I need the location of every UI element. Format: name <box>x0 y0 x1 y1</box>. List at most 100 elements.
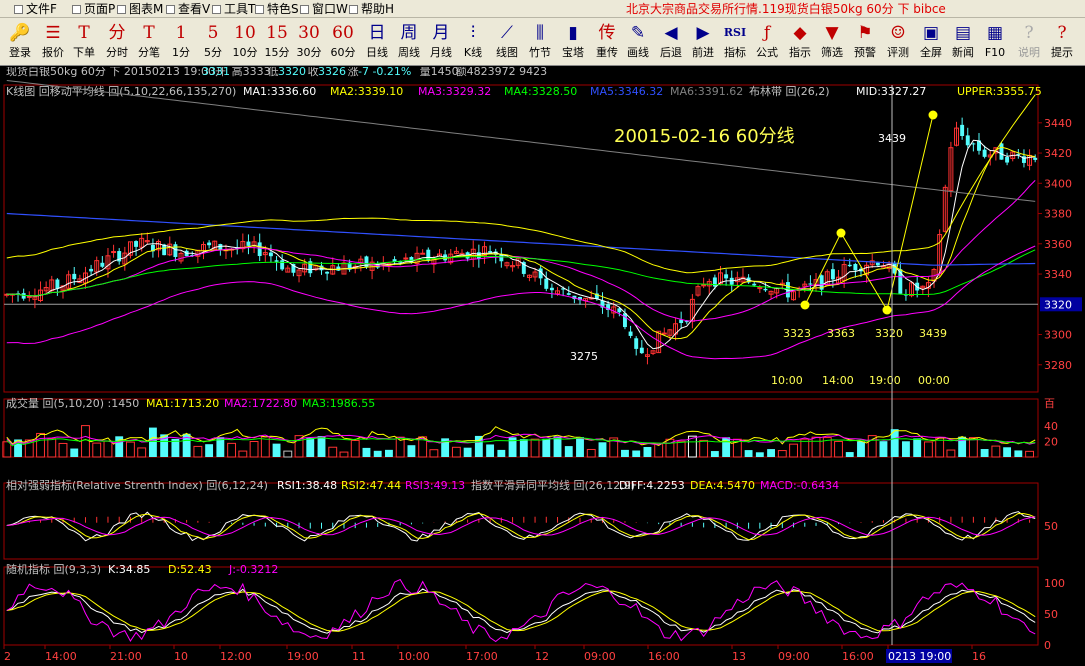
alert-icon: ⚑ <box>857 23 873 43</box>
volume-bar-up <box>249 441 259 458</box>
toolbar-tips-button[interactable]: ? 提示 <box>1046 20 1078 64</box>
toolbar-lines-label: 线图 <box>496 46 518 59</box>
toolbar-m1-button[interactable]: 1 1分 <box>165 20 197 64</box>
volume-bar-up <box>867 435 877 458</box>
menu-item-7[interactable]: 帮助H <box>349 1 394 17</box>
toolbar-alert-label: 预警 <box>854 46 876 59</box>
info-chg: -7 -0.21% <box>358 67 411 78</box>
menu-item-5[interactable]: 特色S <box>255 1 299 17</box>
menu-item-2[interactable]: 图表M <box>117 1 163 17</box>
toolbar-news-button[interactable]: ▤ 新闻 <box>947 20 979 64</box>
price-axis-label: 3280 <box>1044 359 1072 372</box>
toolbar-login-button[interactable]: 🔑 登录 <box>4 20 36 64</box>
toolbar-m5-button[interactable]: 5 5分 <box>197 20 229 64</box>
toolbar-m30-button[interactable]: 30 30分 <box>293 20 325 64</box>
rsi-legend-4: 指数平滑异同平均线 回(26,12,9) <box>471 478 635 492</box>
price-axis-label: 3440 <box>1044 117 1072 130</box>
kdj-legend-2: D:52.43 <box>168 563 212 576</box>
toolbar-draw-button[interactable]: ✎ 画线 <box>622 20 654 64</box>
ticks-icon: 分 <box>108 23 126 43</box>
volume-bar-down <box>576 437 584 457</box>
candle-down <box>847 264 852 267</box>
toolbar-m5-label: 5分 <box>204 46 222 59</box>
volume-bar-down <box>385 449 393 457</box>
toolbar-order-button[interactable]: T 下单 <box>68 20 100 64</box>
toolbar-ticks-label: 分时 <box>106 46 128 59</box>
candle-up <box>403 257 409 260</box>
volume-bar-down <box>744 450 753 457</box>
toolbar-back-button[interactable]: ◀ 后退 <box>655 20 687 64</box>
kline-legend-9: UPPER:3355.75 <box>957 85 1042 98</box>
toolbar-day-label: 日线 <box>366 46 388 59</box>
candle-down <box>830 269 835 280</box>
candle-up <box>701 284 707 287</box>
toolbar-bamboo-button[interactable]: ⫼ 竹节 <box>524 20 556 64</box>
toolbar-indicator-button[interactable]: RSI 指标 <box>719 20 751 64</box>
window-title: 北京大宗商品交易所行情.119现货白银50kg 60分 下 bibce <box>626 2 946 16</box>
menu-item-3[interactable]: 查看V <box>166 1 210 17</box>
candle-down <box>280 260 285 270</box>
toolbar-filter-button[interactable]: ▼ 筛选 <box>816 20 848 64</box>
annotation-time-3: 00:00 <box>918 374 950 387</box>
login-icon: 🔑 <box>9 23 31 43</box>
kdj-legend-3: J:-0.3212 <box>228 563 278 576</box>
toolbar-fwd-button[interactable]: ▶ 前进 <box>687 20 719 64</box>
candle-down <box>488 251 493 253</box>
toolbar-order-label: 下单 <box>73 46 95 59</box>
toolbar-trades-button[interactable]: T 分笔 <box>133 20 165 64</box>
menu-item-icon <box>212 5 221 14</box>
toolbar-ticks-button[interactable]: 分分时 <box>101 20 133 64</box>
volume-bar-down <box>632 450 641 457</box>
toolbar-hint-button[interactable]: ◆ 指示 <box>784 20 816 64</box>
toolbar-m60-button[interactable]: 60 60分 <box>327 20 359 64</box>
volume-legend-2: MA2:1722.80 <box>224 397 297 410</box>
info-open: 3331 <box>202 67 230 78</box>
volume-bar-up <box>81 425 90 458</box>
toolbar-news-label: 新闻 <box>952 46 974 59</box>
m15-icon: 15 <box>266 23 288 43</box>
toolbar-kline-button[interactable]: ⫶ K线 <box>457 20 489 64</box>
m30-icon: 30 <box>298 23 320 43</box>
menu-item-icon <box>300 5 309 14</box>
toolbar-week-button[interactable]: 周周线 <box>393 20 425 64</box>
month-icon: 月 <box>432 23 450 43</box>
volume-bar-up <box>339 451 349 458</box>
boll-upper-line <box>6 94 1036 274</box>
volume-bar-up <box>47 438 57 458</box>
kdj-legend-0: 随机指标 回(9,3,3) <box>6 562 101 576</box>
price-axis-label: 3420 <box>1044 147 1072 160</box>
menu-item-1[interactable]: 页面P <box>72 1 115 17</box>
toolbar-month-button[interactable]: 月月线 <box>425 20 457 64</box>
info-chg-label: 涨 <box>348 67 359 78</box>
annotation-label-5: 3439 <box>919 327 947 340</box>
toolbar-lines-button[interactable]: ⟋ 线图 <box>491 20 523 64</box>
toolbar-day-button[interactable]: 日日线 <box>361 20 393 64</box>
chart-area[interactable]: 现货白银50kg 60分 下 20150213 19:00开3331 高3333低… <box>0 67 1085 666</box>
toolbar-m15-button[interactable]: 15 15分 <box>261 20 293 64</box>
rsi-legend-6: DEA:4.5470 <box>690 479 755 492</box>
toolbar-quote-button[interactable]: ☰ 报价 <box>37 20 69 64</box>
toolbar-fullscreen-button[interactable]: ▣ 全屏 <box>915 20 947 64</box>
toolbar-f10-button[interactable]: ▦ F10 <box>979 20 1011 64</box>
toolbar-alert-button[interactable]: ⚑ 预警 <box>849 20 881 64</box>
annotation-label-4: 3320 <box>875 327 903 340</box>
annotation-title: 20015-02-16 60分线 <box>614 126 795 147</box>
candle-down <box>566 293 571 295</box>
toolbar-eval-button[interactable]: ☺ 评测 <box>882 20 914 64</box>
toolbar-formula-button[interactable]: ƒ 公式 <box>751 20 783 64</box>
toolbar-overlay-button[interactable]: 传重传 <box>591 20 623 64</box>
toolbar-help-button[interactable]: ? 说明 <box>1013 20 1045 64</box>
toolbar-tower-button[interactable]: ▮ 宝塔 <box>557 20 589 64</box>
menu-item-6[interactable]: 窗口W <box>300 1 348 17</box>
kdj-axis-label: 100 <box>1044 577 1065 590</box>
menu-item-label: 查看V <box>178 2 211 16</box>
volume-bar-up <box>58 442 68 458</box>
info-high: 高3333 <box>232 67 271 78</box>
time-axis-label: 13 <box>732 650 746 663</box>
rsi-axis-label: 50 <box>1044 520 1058 533</box>
toolbar-m10-button[interactable]: 10 10分 <box>229 20 261 64</box>
toolbar-m1-label: 1分 <box>172 46 190 59</box>
menu-item-0[interactable]: 文件F <box>14 1 57 17</box>
menu-item-4[interactable]: 工具T <box>212 1 255 17</box>
kdj-axis-label: 50 <box>1044 608 1058 621</box>
